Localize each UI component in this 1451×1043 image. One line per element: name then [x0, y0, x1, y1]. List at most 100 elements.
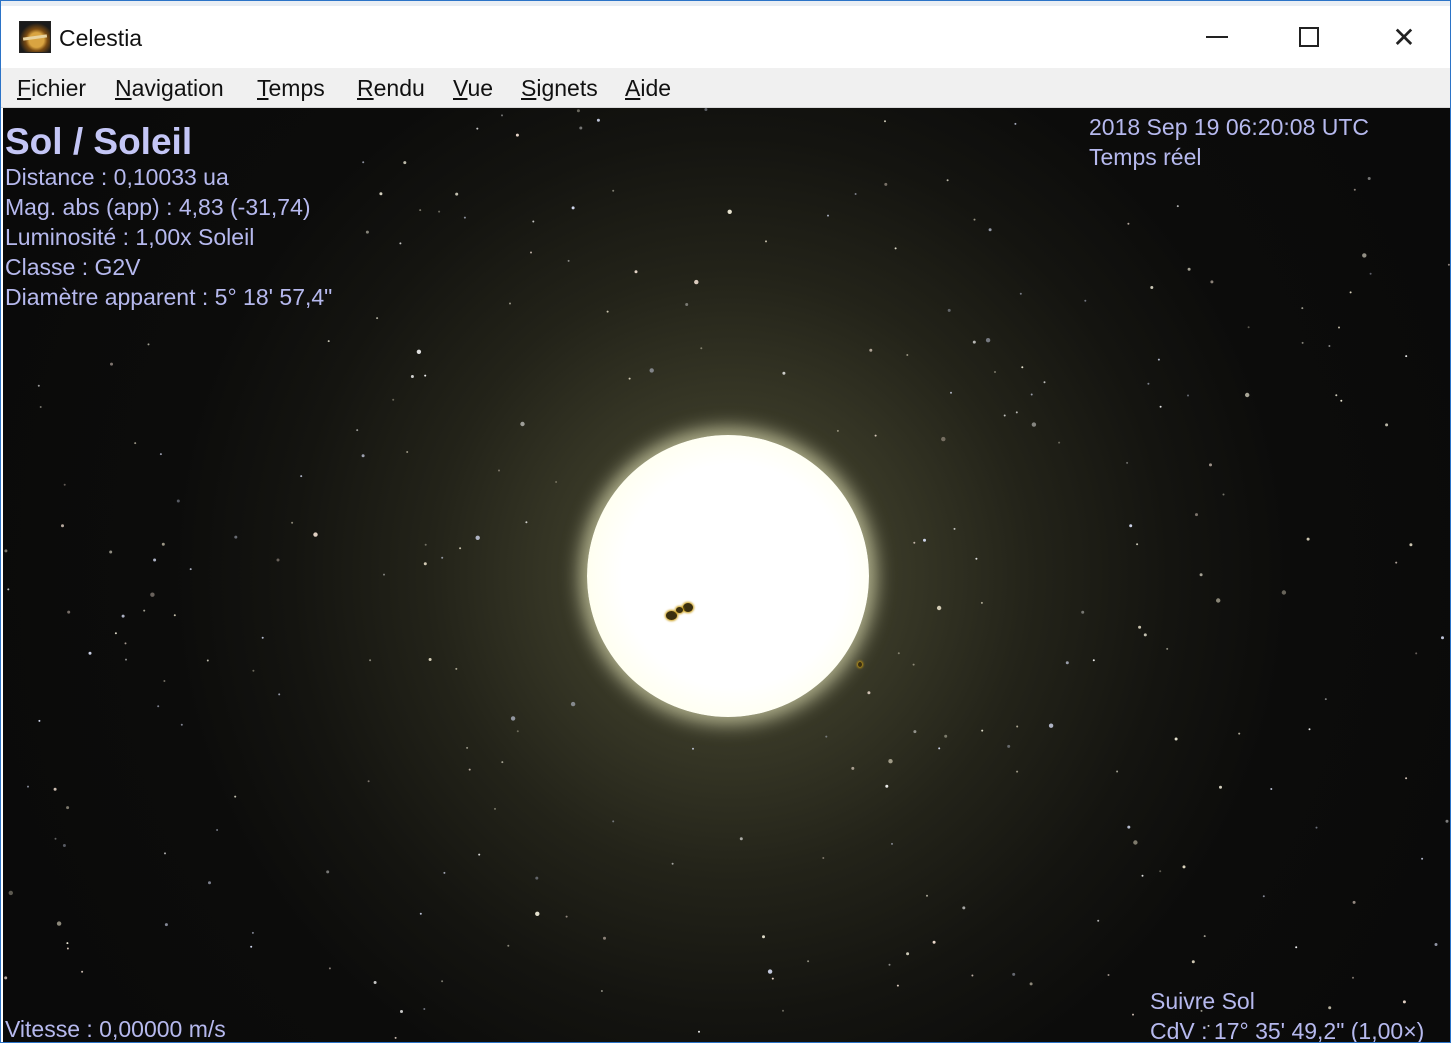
- star: [612, 189, 615, 192]
- star: [276, 558, 280, 562]
- title-bar[interactable]: Celestia ✕: [1, 6, 1450, 68]
- speed-readout: Vitesse : 0,00000 m/s: [5, 1016, 226, 1042]
- star: [1222, 493, 1225, 496]
- star: [782, 1009, 784, 1012]
- star: [884, 182, 888, 186]
- star: [189, 568, 192, 571]
- star: [438, 210, 441, 213]
- star: [424, 374, 427, 377]
- menu-temps[interactable]: Temps: [257, 74, 325, 102]
- star: [1014, 122, 1017, 125]
- star: [428, 658, 432, 661]
- star: [147, 343, 150, 346]
- star: [1150, 286, 1154, 289]
- celestia-app-icon[interactable]: [19, 21, 51, 53]
- star: [782, 371, 786, 375]
- star: [4, 549, 8, 553]
- star: [1421, 857, 1424, 860]
- minimize-button[interactable]: [1171, 6, 1263, 68]
- star: [234, 535, 238, 539]
- star: [441, 980, 444, 983]
- star: [938, 747, 941, 750]
- star: [888, 759, 893, 764]
- star: [671, 862, 674, 865]
- star: [143, 609, 146, 612]
- star: [164, 852, 166, 855]
- sky-viewport[interactable]: Sol / Soleil Distance : 0,10033 ua Mag. …: [3, 108, 1450, 1042]
- star: [771, 977, 774, 980]
- star: [109, 550, 113, 554]
- star: [896, 984, 899, 987]
- sun-disc[interactable]: [587, 435, 869, 717]
- star: [1324, 698, 1327, 701]
- star: [1338, 326, 1340, 329]
- star: [416, 349, 422, 354]
- close-button[interactable]: ✕: [1358, 6, 1450, 68]
- star: [510, 716, 516, 721]
- star: [1315, 826, 1318, 829]
- star: [894, 247, 897, 250]
- star: [1447, 263, 1450, 266]
- star: [762, 935, 765, 939]
- star: [973, 218, 976, 221]
- star: [1159, 405, 1162, 408]
- maximize-button[interactable]: [1263, 6, 1355, 68]
- star: [975, 557, 978, 560]
- star: [383, 573, 385, 576]
- star: [403, 161, 407, 165]
- star: [1270, 788, 1273, 790]
- star: [906, 952, 910, 956]
- star: [565, 915, 568, 918]
- star: [981, 729, 984, 732]
- menu-rendu[interactable]: Rendu: [357, 74, 425, 102]
- star: [603, 936, 606, 940]
- star: [727, 209, 732, 214]
- star: [4, 976, 8, 980]
- star: [328, 967, 331, 970]
- star: [379, 192, 383, 196]
- star: [579, 126, 583, 130]
- minimize-icon: [1206, 36, 1228, 38]
- star: [153, 558, 157, 562]
- menu-signets[interactable]: Signets: [521, 74, 598, 102]
- star: [1395, 561, 1398, 564]
- star: [1021, 366, 1024, 369]
- star: [555, 481, 558, 483]
- star: [1352, 976, 1354, 979]
- menu-vue[interactable]: Vue: [453, 74, 493, 102]
- star: [1029, 982, 1033, 986]
- star: [1003, 414, 1006, 417]
- sunspot: [676, 607, 683, 613]
- menu-fichier[interactable]: Fichier: [17, 74, 86, 102]
- star: [822, 857, 825, 859]
- star: [869, 348, 873, 352]
- star: [897, 652, 900, 655]
- star: [61, 524, 64, 528]
- star: [980, 601, 983, 604]
- star: [1141, 874, 1144, 877]
- star: [1097, 919, 1100, 922]
- star: [888, 963, 891, 966]
- star: [206, 659, 209, 662]
- star: [400, 1010, 403, 1013]
- star: [1012, 972, 1016, 976]
- star: [468, 768, 471, 771]
- star: [884, 120, 886, 123]
- star: [515, 133, 519, 137]
- star: [501, 114, 503, 117]
- star: [1030, 393, 1033, 396]
- star: [962, 906, 966, 910]
- star: [944, 734, 948, 738]
- star: [423, 1008, 426, 1010]
- menu-navigation[interactable]: Navigation: [115, 74, 224, 102]
- star: [1048, 723, 1054, 728]
- star: [37, 384, 40, 387]
- star: [498, 469, 500, 472]
- star: [1349, 291, 1352, 294]
- star: [313, 532, 318, 537]
- menu-aide[interactable]: Aide: [625, 74, 671, 102]
- star: [1415, 652, 1418, 655]
- star: [164, 923, 168, 927]
- star: [739, 837, 743, 841]
- star: [704, 108, 708, 111]
